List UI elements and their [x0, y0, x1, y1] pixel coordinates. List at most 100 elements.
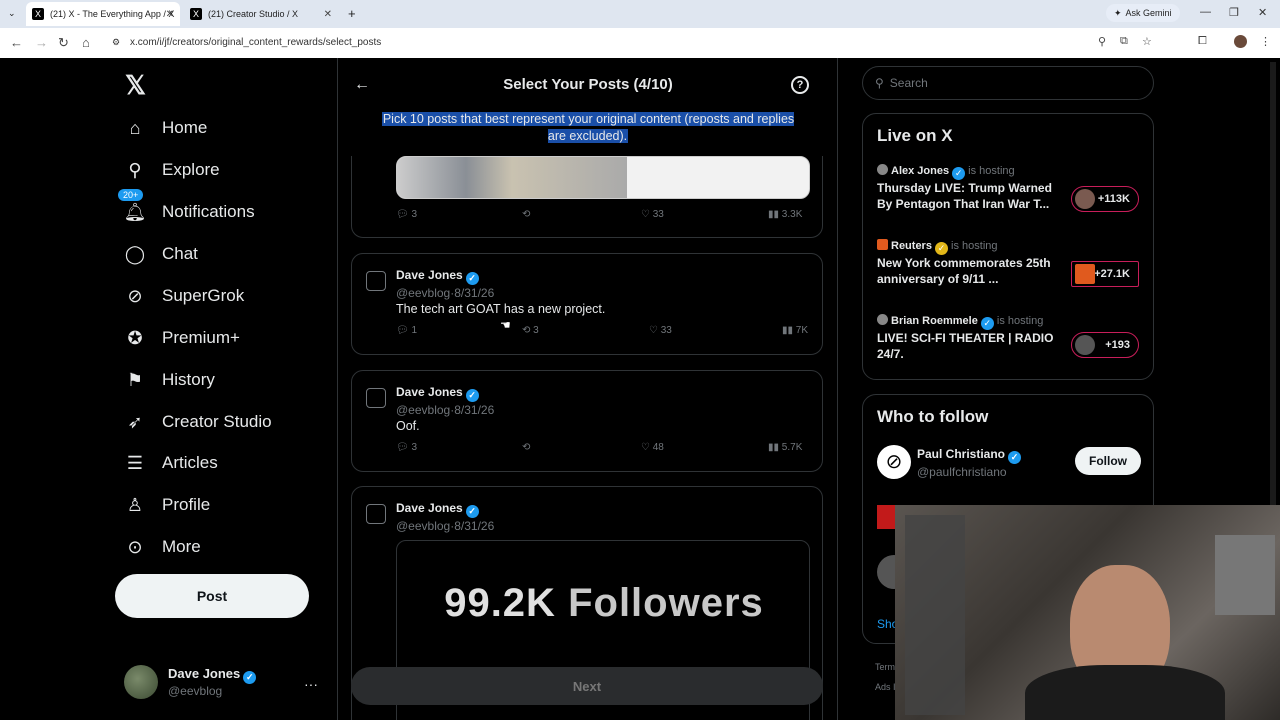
sidebar-item-profile[interactable]: ♙ Profile: [124, 494, 210, 516]
close-icon[interactable]: ✕: [324, 9, 332, 20]
x-logo[interactable]: 𝕏: [125, 70, 146, 101]
help-icon[interactable]: ?: [791, 76, 809, 94]
back-icon[interactable]: ←: [10, 35, 23, 50]
account-switcher[interactable]: Dave Jones ✓ @eevblog: [124, 665, 257, 699]
home-icon[interactable]: ⌂: [82, 35, 90, 50]
minimize-icon[interactable]: —: [1200, 6, 1211, 18]
avatar: ⊘: [877, 445, 911, 479]
sidebar-item-notifications[interactable]: 🔔︎ 20+ Notifications: [118, 189, 255, 223]
views-icon[interactable]: ▮▮ 3.3K: [768, 209, 802, 220]
listener-count[interactable]: +193: [1071, 332, 1139, 358]
sidebar-item-more[interactable]: ⊙ More: [124, 536, 200, 558]
tab-title: (21) X - The Everything App / X: [50, 9, 175, 19]
bookmark-star-icon[interactable]: ☆: [1142, 35, 1152, 48]
home-icon: ⌂: [129, 117, 141, 138]
sidebar-item-premium[interactable]: ✪ Premium+: [124, 327, 239, 349]
live-title: Thursday LIVE: Trump Warned By Pentagon …: [877, 181, 1052, 211]
page-subtitle: Pick 10 posts that best represent your o…: [381, 112, 795, 143]
like-icon[interactable]: ♡ 48: [641, 442, 664, 453]
post-button[interactable]: Post: [115, 574, 309, 618]
search-icon: ⚲: [875, 76, 884, 90]
select-checkbox[interactable]: [366, 504, 386, 524]
account-more-icon[interactable]: ···: [304, 676, 318, 692]
like-icon[interactable]: ♡ 33: [649, 325, 672, 336]
live-item[interactable]: Reuters ✓ is hosting New York commemorate…: [877, 239, 1145, 287]
ask-gemini-button[interactable]: ✦ Ask Gemini: [1106, 4, 1180, 22]
sidebar-item-history[interactable]: ⚑ History: [124, 369, 215, 391]
page-header: ← Select Your Posts (4/10) ? Pick 10 pos…: [338, 58, 837, 156]
footer-ads[interactable]: Ads I: [875, 682, 896, 692]
verified-badge-icon: ✓: [1008, 451, 1022, 464]
reply-icon[interactable]: 💬︎ 1: [396, 325, 417, 336]
close-window-icon[interactable]: ✕: [1258, 6, 1267, 19]
follow-button[interactable]: Follow: [1075, 447, 1141, 475]
search-input[interactable]: ⚲ Search: [862, 66, 1154, 100]
next-button[interactable]: Next: [351, 667, 823, 705]
page-title: Select Your Posts (4/10): [503, 76, 673, 93]
select-checkbox[interactable]: [366, 388, 386, 408]
post-card[interactable]: Dave Jones ✓ @eevblog·8/31/26 Oof. 💬︎ 3 ⟲…: [351, 370, 823, 472]
restore-icon[interactable]: ❐: [1229, 6, 1239, 19]
post-text: Oof.: [396, 419, 420, 433]
browser-chrome: ⌄ X (21) X - The Everything App / X ✕ X …: [0, 0, 1280, 58]
sidebar-item-home[interactable]: ⌂ Home: [124, 117, 208, 139]
post-text: The tech art GOAT has a new project.: [396, 302, 606, 316]
x-logo-icon: X: [190, 8, 202, 20]
sidebar-item-supergrok[interactable]: ⊘ SuperGrok: [124, 285, 244, 307]
reply-icon[interactable]: 💬︎ 3: [396, 209, 417, 220]
verified-badge-icon: ✓: [980, 317, 994, 330]
site-info-icon[interactable]: ⚙: [112, 37, 120, 48]
new-tab-icon[interactable]: +: [348, 6, 356, 21]
listener-count[interactable]: +113K: [1071, 186, 1139, 212]
like-icon[interactable]: ♡ 33: [641, 209, 664, 220]
grok-icon: ⊘: [127, 285, 143, 306]
verified-badge-icon: ✓: [934, 242, 948, 255]
presenter-shirt: [1025, 665, 1225, 720]
select-checkbox[interactable]: [366, 271, 386, 291]
post-meta: @eevblog·8/31/26: [396, 519, 495, 533]
close-icon[interactable]: ✕: [166, 9, 174, 20]
live-item[interactable]: Brian Roemmele ✓ is hosting LIVE! SCI-FI …: [877, 314, 1145, 361]
install-icon[interactable]: ⧉: [1120, 35, 1128, 48]
url-field[interactable]: ⚙ x.com/i/jf/creators/original_content_r…: [106, 32, 1166, 52]
sidebar-item-creator-studio[interactable]: ➶ Creator Studio: [124, 411, 271, 433]
live-title: New York commemorates 25th anniversary o…: [877, 256, 1051, 286]
sidebar-item-chat[interactable]: ◯ Chat: [124, 243, 198, 265]
forward-icon[interactable]: →: [35, 35, 48, 50]
views-icon[interactable]: ▮▮ 5.7K: [768, 442, 802, 453]
rocket-icon: ➶: [127, 411, 143, 432]
extensions-icon[interactable]: ⧠: [1198, 35, 1207, 48]
media-thumbnail: [397, 157, 627, 198]
media-text: 99.2K Followers: [444, 581, 764, 625]
tab-x-home[interactable]: X (21) X - The Everything App / X ✕: [26, 2, 180, 26]
listener-avatar: [1075, 189, 1095, 209]
reply-icon[interactable]: 💬︎ 3: [396, 442, 417, 453]
listener-avatar: [1075, 335, 1095, 355]
background-panel: [1215, 535, 1275, 615]
repost-icon[interactable]: ⟲: [522, 442, 530, 453]
search-icon: ⚲: [128, 159, 142, 180]
repost-icon[interactable]: ⟲: [522, 209, 530, 220]
tab-creator-studio[interactable]: X (21) Creator Studio / X ✕: [184, 2, 338, 26]
sidebar-item-explore[interactable]: ⚲ Explore: [124, 159, 219, 181]
listener-avatar: [1075, 264, 1095, 284]
panel-title: Who to follow: [877, 407, 989, 426]
repost-icon[interactable]: ⟲ 3: [522, 325, 539, 336]
menu-icon[interactable]: ⋮: [1260, 35, 1271, 48]
mouse-cursor-icon: ☚: [500, 318, 511, 332]
bookmark-icon: ⚑: [126, 369, 144, 390]
listener-count[interactable]: +27.1K: [1071, 261, 1139, 287]
post-media: [396, 156, 810, 199]
live-item[interactable]: Alex Jones ✓ is hosting Thursday LIVE: Tr…: [877, 164, 1145, 212]
zoom-icon[interactable]: ⚲: [1098, 35, 1106, 48]
views-icon[interactable]: ▮▮ 7K: [782, 325, 808, 336]
post-author: Dave Jones: [396, 385, 463, 399]
reload-icon[interactable]: ↻: [58, 35, 69, 51]
tab-search-icon[interactable]: ⌄: [8, 8, 16, 19]
profile-avatar-icon[interactable]: [1234, 35, 1247, 48]
verified-badge-icon: ✓: [465, 272, 479, 285]
tab-strip: ⌄ X (21) X - The Everything App / X ✕ X …: [0, 0, 1280, 28]
footer-terms[interactable]: Term: [875, 662, 895, 672]
sidebar-item-articles[interactable]: ☰ Articles: [124, 452, 218, 474]
post-card[interactable]: Dave Jones ✓ @eevblog·8/31/26 The tech ar…: [351, 253, 823, 355]
